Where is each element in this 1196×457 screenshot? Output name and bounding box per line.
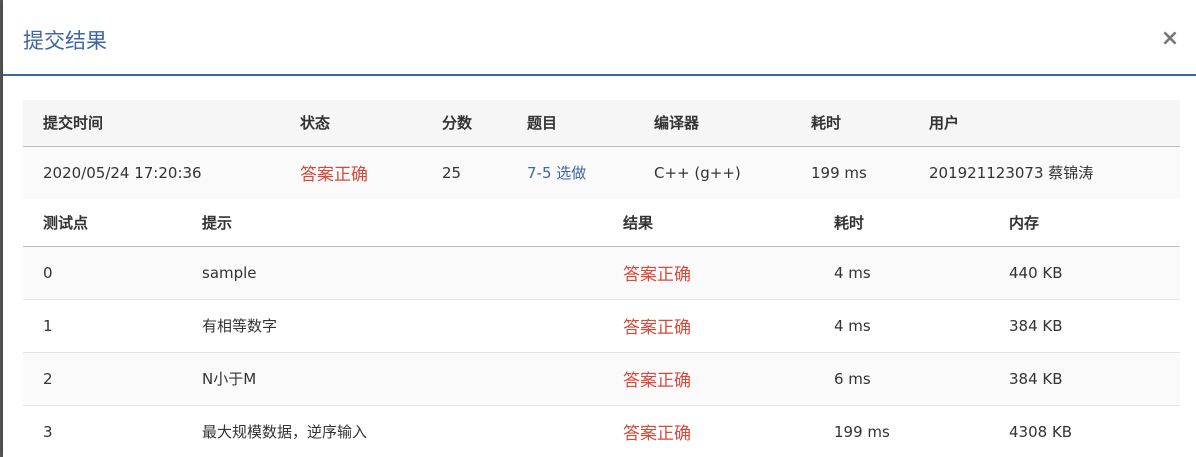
header-test-id: 测试点 <box>43 213 89 232</box>
header-memory: 内存 <box>1009 213 1040 232</box>
test-time: 4 ms <box>834 263 871 282</box>
summary-row: 2020/05/24 17:20:36 答案正确 25 7-5 选做 C++ (… <box>23 146 1180 199</box>
problem-link[interactable]: 7-5 选做 <box>507 146 634 199</box>
test-memory: 4308 KB <box>1009 422 1073 441</box>
test-hint: 最大规模数据，逆序输入 <box>202 423 368 441</box>
user-value: 201921123073 蔡锦涛 <box>929 164 1094 183</box>
elapsed-value: 199 ms <box>811 163 867 182</box>
header-score: 分数 <box>442 114 473 133</box>
header-result: 结果 <box>623 213 654 232</box>
table-row: 0 sample 答案正确 4 ms 440 KB <box>23 246 1180 299</box>
dialog-title: 提交结果 <box>23 29 107 53</box>
dialog-body: 提交时间 状态 分数 题目 编译器 耗时 用户 2020/05/24 17:20… <box>23 100 1180 457</box>
dialog-header: 提交结果 × <box>3 0 1196 76</box>
header-status: 状态 <box>300 114 331 133</box>
test-case-table: 测试点 提示 结果 耗时 内存 0 sample 答案正确 4 ms 440 K… <box>23 199 1180 457</box>
header-hint: 提示 <box>202 213 233 232</box>
summary-header-row: 提交时间 状态 分数 题目 编译器 耗时 用户 <box>23 100 1180 146</box>
score-value: 25 <box>442 163 462 182</box>
test-header-row: 测试点 提示 结果 耗时 内存 <box>23 199 1180 246</box>
header-compiler: 编译器 <box>654 114 700 133</box>
test-id: 1 <box>43 316 53 335</box>
test-id: 3 <box>43 422 53 441</box>
test-memory: 384 KB <box>1009 369 1063 388</box>
test-time: 6 ms <box>834 369 871 388</box>
header-problem: 题目 <box>527 114 558 133</box>
table-row: 2 N小于M 答案正确 6 ms 384 KB <box>23 352 1180 405</box>
header-user: 用户 <box>929 114 960 133</box>
test-time: 199 ms <box>834 422 890 441</box>
test-result: 答案正确 <box>623 265 691 285</box>
test-hint: sample <box>202 263 257 282</box>
test-result: 答案正确 <box>623 424 691 444</box>
test-hint: 有相等数字 <box>202 317 278 335</box>
table-row: 3 最大规模数据，逆序输入 答案正确 199 ms 4308 KB <box>23 405 1180 457</box>
test-result: 答案正确 <box>623 318 691 338</box>
status-text: 答案正确 <box>300 165 368 186</box>
header-time: 耗时 <box>834 213 865 232</box>
test-id: 2 <box>43 369 53 388</box>
submission-summary-table: 提交时间 状态 分数 题目 编译器 耗时 用户 2020/05/24 17:20… <box>23 100 1180 199</box>
test-id: 0 <box>43 263 53 282</box>
submit-time: 2020/05/24 17:20:36 <box>43 163 202 182</box>
test-time: 4 ms <box>834 316 871 335</box>
header-elapsed: 耗时 <box>811 114 842 133</box>
submission-result-dialog: 提交结果 × 提交时间 状态 分数 题目 编译器 耗时 用户 2020/05/2… <box>3 0 1196 457</box>
test-memory: 440 KB <box>1009 263 1063 282</box>
header-submit-time: 提交时间 <box>43 114 104 133</box>
close-icon[interactable]: × <box>1158 26 1182 52</box>
test-hint: N小于M <box>202 370 257 388</box>
compiler-value: C++ (g++) <box>654 163 741 182</box>
test-result: 答案正确 <box>623 371 691 391</box>
test-memory: 384 KB <box>1009 316 1063 335</box>
table-row: 1 有相等数字 答案正确 4 ms 384 KB <box>23 299 1180 352</box>
